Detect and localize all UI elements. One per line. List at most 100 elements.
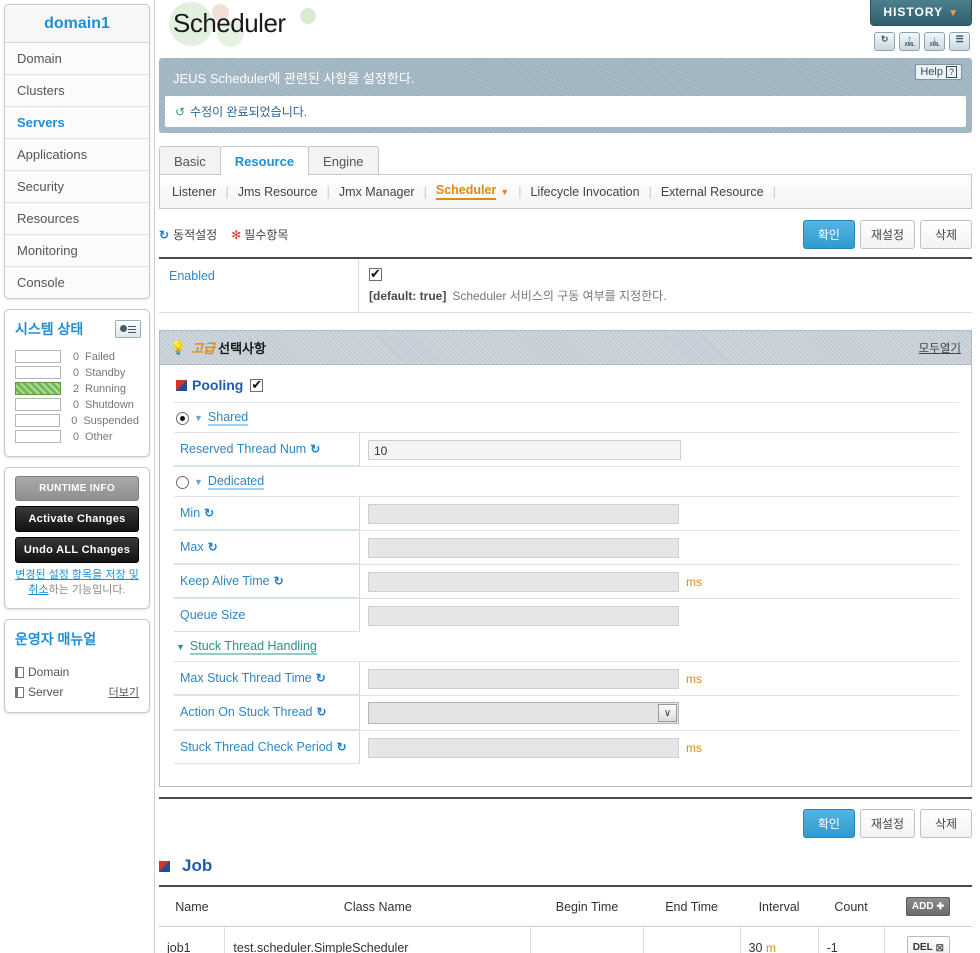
job-section-header: Job [159, 856, 972, 876]
manual-more-link[interactable]: 더보기 [109, 684, 139, 700]
delete-job-button[interactable]: DEL ☒ [906, 936, 950, 953]
xml-export-icon[interactable]: ↓ XML [924, 32, 945, 51]
help-button[interactable]: Help? [915, 64, 962, 80]
status-count: 0 [72, 430, 79, 443]
manual-item-server[interactable]: Server 더보기 [15, 684, 139, 700]
enabled-checkbox[interactable] [369, 266, 382, 282]
subnav-item-jms-resource[interactable]: Jms Resource [238, 185, 318, 199]
add-label: ADD [911, 901, 934, 913]
sidebar-item-servers[interactable]: Servers [5, 107, 149, 139]
sidebar-item-domain[interactable]: Domain [5, 43, 149, 75]
pooling-header: Pooling [174, 375, 959, 402]
xml-import-icon[interactable]: ↑ XML [899, 32, 920, 51]
open-all-link[interactable]: 모두열기 [919, 340, 961, 356]
add-job-button[interactable]: ADD ✚ [905, 897, 951, 917]
confirm-button[interactable]: 확인 [802, 220, 855, 249]
field-label-text: Reserved Thread Num [180, 442, 307, 457]
field-label: Max Stuck Thread Time ↻ [174, 662, 360, 696]
sidebar-item-clusters[interactable]: Clusters [5, 75, 149, 107]
sidebar-item-applications[interactable]: Applications [5, 139, 149, 171]
field-body: ∨ [360, 696, 959, 730]
enabled-label: Enabled [159, 259, 359, 313]
shared-radio[interactable] [176, 411, 189, 425]
trash-icon: ☒ [935, 943, 944, 953]
enabled-default-text: [default: true] [369, 289, 447, 304]
subnav-item-scheduler[interactable]: Scheduler [435, 183, 497, 200]
changes-help-tail: 하는 기능입니다. [48, 584, 126, 596]
sidebar-item-monitoring[interactable]: Monitoring [5, 235, 149, 267]
shared-label[interactable]: Shared [207, 410, 249, 427]
system-status-card: 시스템 상태 0 Failed 0 Standby 2 Running 0 Shutdown 0… [4, 309, 150, 457]
legend-dynamic: ↻ 동적설정 [159, 226, 217, 243]
decor-circle [300, 8, 316, 24]
status-label: Other [85, 430, 113, 443]
subnav-separator: | [423, 184, 427, 199]
field-input [368, 537, 679, 558]
refresh-icon[interactable]: ↻ [874, 32, 895, 51]
asterisk-icon: ✻ [231, 227, 242, 242]
job-table: Name Class Name Begin Time End Time Interval… [159, 885, 972, 953]
subnav-item-jmx-manager[interactable]: Jmx Manager [339, 185, 415, 199]
chevron-down-icon[interactable]: ∨ [658, 704, 677, 723]
runtime-info-button[interactable]: RUNTIME INFO [15, 476, 139, 501]
pooling-checkbox[interactable] [250, 377, 264, 393]
section-divider [159, 797, 972, 800]
field-label-text: Keep Alive Time [180, 574, 270, 589]
del-label: DEL [912, 942, 933, 953]
tab-resource[interactable]: Resource [219, 146, 310, 175]
shared-fields: Reserved Thread Num ↻ 10 [174, 432, 959, 467]
tab-engine[interactable]: Engine [308, 146, 379, 175]
refresh-icon: ↻ [316, 705, 327, 720]
manual-item-domain[interactable]: Domain [15, 665, 139, 679]
manual-item-label: Domain [28, 665, 70, 679]
sidebar-item-console[interactable]: Console [5, 267, 149, 298]
advanced-header: 💡 고급 선택사항 모두열기 [159, 330, 972, 366]
chevron-down-icon[interactable]: ▼ [500, 187, 509, 197]
domain-title: domain1 [5, 5, 149, 43]
field-body: ms [360, 565, 959, 598]
job-column-header: End Time [643, 886, 741, 928]
report-icon[interactable]: ☰ [949, 32, 970, 51]
field-label: Reserved Thread Num ↻ [174, 433, 360, 467]
refresh-icon: ↻ [310, 442, 321, 457]
status-count: 2 [72, 382, 79, 395]
sidebar-item-resources[interactable]: Resources [5, 203, 149, 235]
dedicated-radio[interactable] [176, 475, 189, 489]
status-bar [15, 398, 61, 411]
field-row: Max Stuck Thread Time ↻ ms [174, 661, 959, 696]
enabled-body: [default: true] Scheduler 서비스의 구동 여부를 지정한… [359, 259, 972, 312]
shared-option-row[interactable]: ▼ Shared [174, 402, 959, 432]
sidebar-item-security[interactable]: Security [5, 171, 149, 203]
dedicated-label[interactable]: Dedicated [207, 474, 265, 491]
reset-button[interactable]: 재설정 [859, 809, 915, 839]
tab-bar: Basic Resource Engine [159, 146, 980, 175]
status-bar [15, 382, 61, 395]
status-count: 0 [71, 414, 78, 427]
field-body [360, 599, 959, 632]
reset-button[interactable]: 재설정 [859, 220, 915, 249]
status-label: Failed [85, 350, 115, 363]
confirm-button[interactable]: 확인 [802, 809, 855, 839]
field-input[interactable]: 10 [368, 439, 681, 460]
delete-button[interactable]: 삭제 [920, 809, 972, 839]
plus-icon: ✚ [936, 901, 945, 912]
field-select[interactable]: ∨ [368, 702, 679, 725]
undo-all-changes-button[interactable]: Undo ALL Changes [15, 537, 139, 563]
dedicated-option-row[interactable]: ▼ Dedicated [174, 466, 959, 496]
subnav-item-external-resource[interactable]: External Resource [661, 185, 764, 199]
activate-changes-button[interactable]: Activate Changes [15, 506, 139, 532]
history-button[interactable]: HISTORY ▼ [870, 0, 972, 26]
manual-item-label: Server [28, 685, 64, 699]
status-bar [15, 366, 61, 379]
job-name-cell: job1 [159, 926, 226, 953]
advanced-title-highlight: 고급 [191, 341, 216, 357]
field-unit: ms [686, 671, 702, 686]
stuck-thread-label[interactable]: Stuck Thread Handling [189, 639, 317, 656]
subnav-item-lifecycle-invocation[interactable]: Lifecycle Invocation [530, 185, 639, 199]
delete-button[interactable]: 삭제 [920, 220, 972, 249]
tab-basic[interactable]: Basic [159, 146, 221, 175]
stuck-thread-option-row[interactable]: ▼ Stuck Thread Handling [174, 632, 959, 661]
monitor-icon[interactable] [115, 320, 141, 338]
legend-bar: ↻ 동적설정 ✻ 필수항목 확인 재설정 삭제 [159, 220, 972, 259]
subnav-item-listener[interactable]: Listener [172, 185, 216, 199]
